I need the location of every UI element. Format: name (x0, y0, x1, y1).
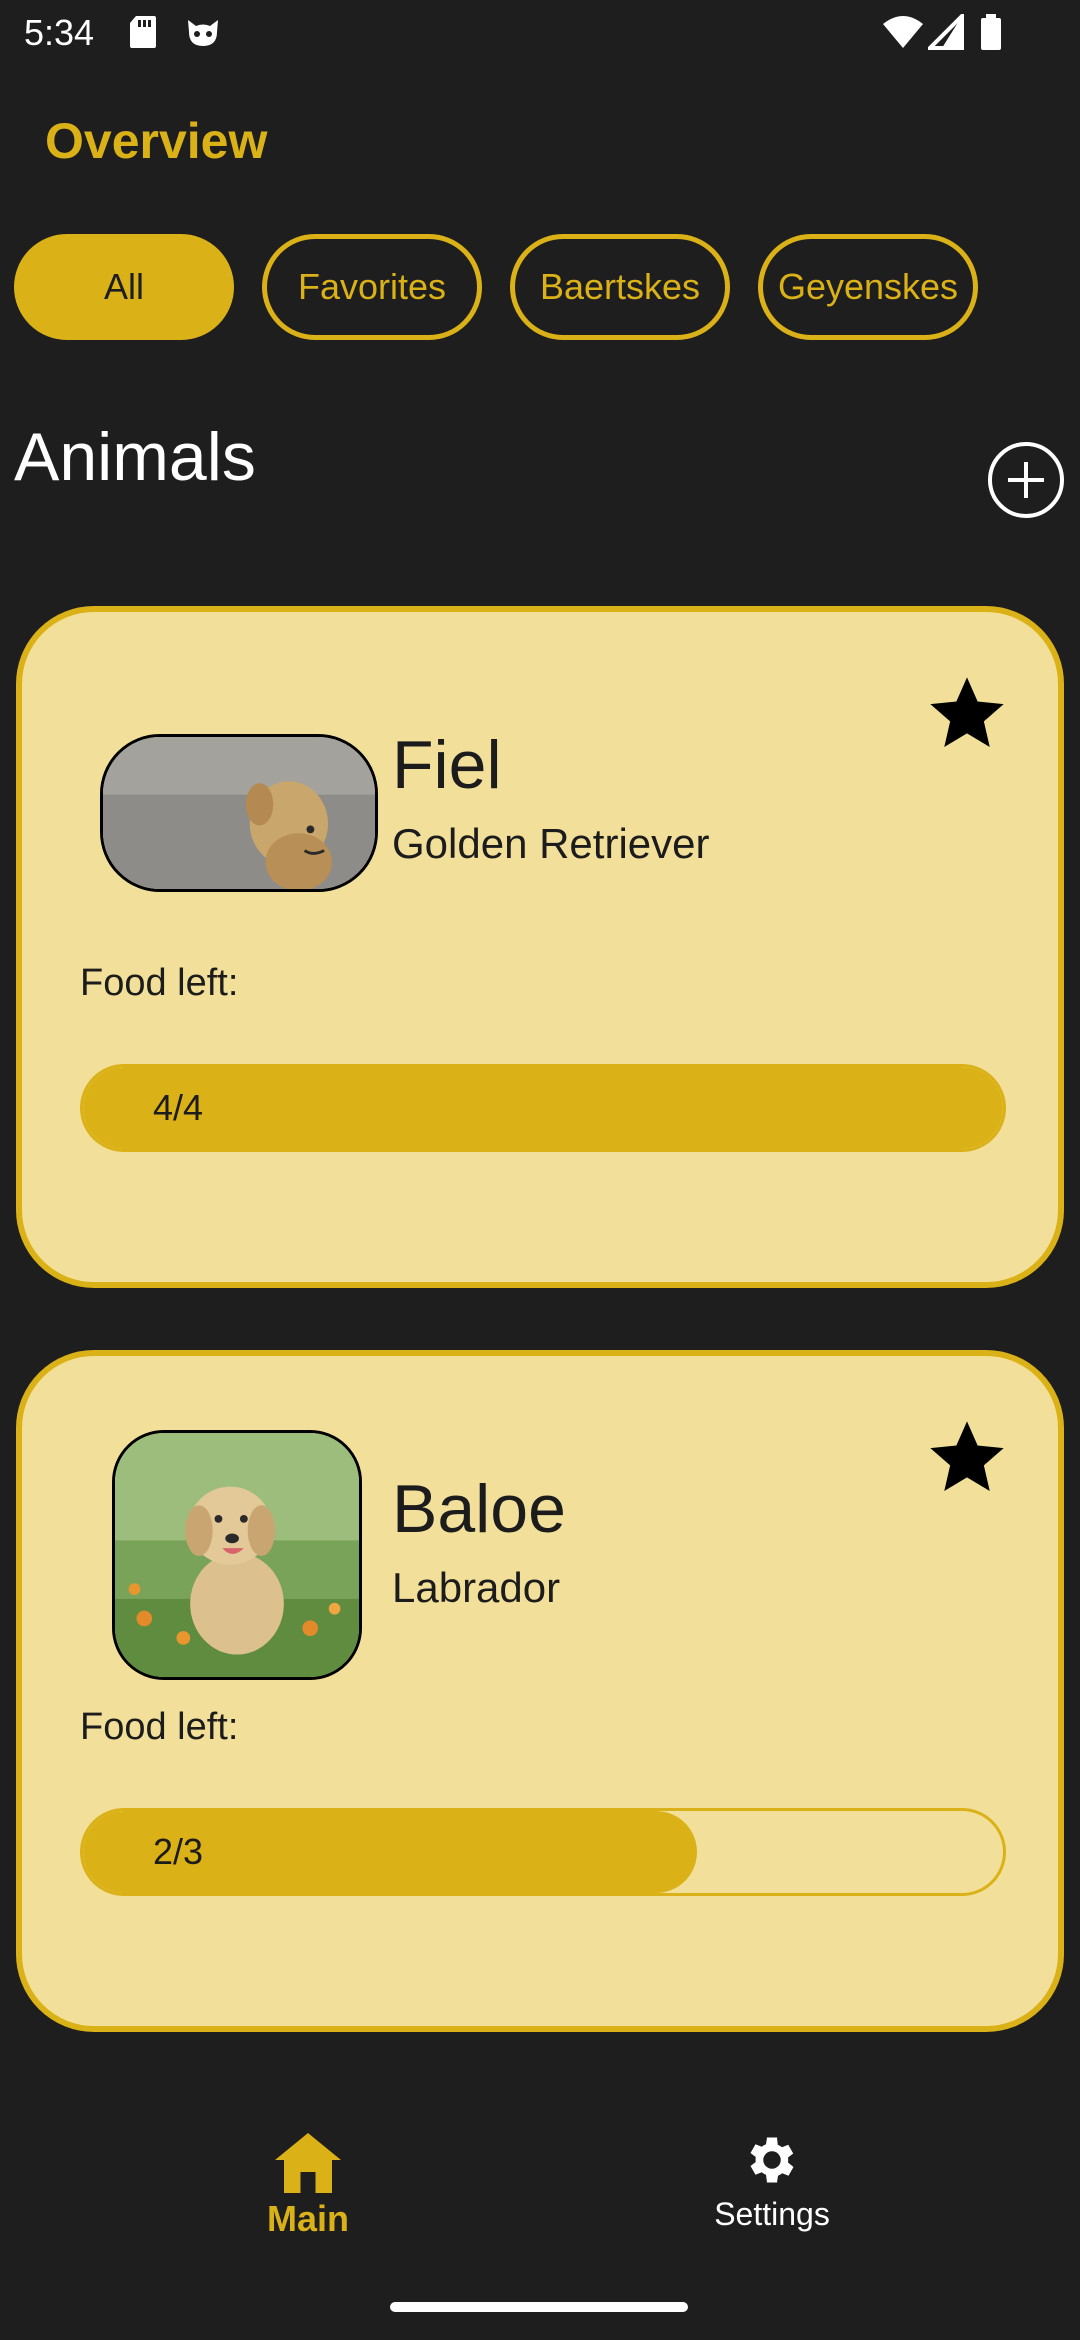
filter-chip-geyenskes[interactable]: Geyenskes (758, 234, 978, 340)
gear-icon (750, 2137, 794, 2183)
food-label: Food left: (80, 962, 239, 1004)
nav-item-main[interactable]: Main (258, 2130, 358, 2240)
app-screen: 5:34 Overview All Favorites Baertskes Ge… (0, 0, 1080, 2340)
food-progress-fill (83, 1067, 1003, 1149)
food-count: 2/3 (153, 1831, 204, 1872)
nav-item-settings[interactable]: Settings (700, 2130, 844, 2233)
pet-photo (100, 734, 378, 892)
star-icon[interactable] (922, 1414, 1012, 1502)
animal-card[interactable]: Fiel Golden Retriever Food left: 4/4 (16, 606, 1064, 1288)
nav-label-main: Main (266, 2198, 349, 2239)
food-progress-bar: 4/4 (80, 1064, 1006, 1152)
home-indicator[interactable] (390, 2302, 688, 2312)
food-label: Food left: (80, 1706, 239, 1748)
pet-name: Baloe (392, 1471, 566, 1547)
filter-chip-favorites[interactable]: Favorites (262, 234, 482, 340)
animal-card[interactable]: Baloe Labrador Food left: 2/3 (16, 1350, 1064, 2032)
battery-icon (980, 14, 1002, 55)
food-progress-bar: 2/3 (80, 1808, 1006, 1896)
cat-face-icon (184, 14, 222, 55)
pet-name: Fiel (392, 727, 502, 803)
plus-circle-icon (1008, 462, 1044, 498)
wifi-icon (882, 14, 924, 55)
nav-label-settings: Settings (714, 2196, 830, 2232)
filter-chip-baertskes[interactable]: Baertskes (510, 234, 730, 340)
status-time: 5:34 (24, 12, 95, 53)
pet-photo (112, 1430, 362, 1680)
pet-breed: Labrador (392, 1564, 561, 1611)
status-bar: 5:34 (0, 0, 1080, 66)
food-count: 4/4 (153, 1087, 204, 1128)
section-title: Animals (14, 419, 256, 495)
filter-chip-all[interactable]: All (14, 234, 234, 340)
page-title: Overview (45, 113, 268, 169)
sd-card-icon (128, 14, 158, 55)
pet-breed: Golden Retriever (392, 820, 710, 867)
home-icon (275, 2133, 341, 2193)
add-animal-button[interactable] (988, 442, 1064, 518)
signal-icon (925, 11, 964, 55)
star-icon[interactable] (922, 670, 1012, 758)
